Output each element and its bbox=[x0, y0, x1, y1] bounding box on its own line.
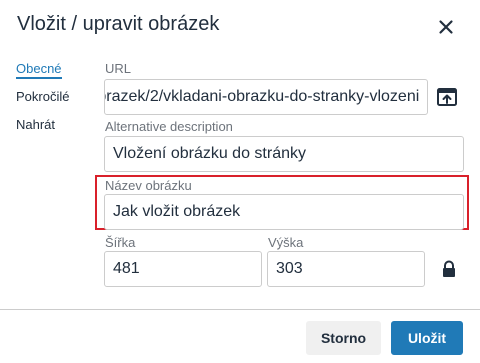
close-button[interactable] bbox=[434, 15, 458, 39]
width-label: Šířka bbox=[105, 235, 136, 250]
alt-label: Alternative description bbox=[105, 119, 233, 134]
name-input[interactable]: Jak vložit obrázek bbox=[104, 194, 464, 230]
cancel-button[interactable]: Storno bbox=[306, 321, 381, 355]
tab-general-label: Obecné bbox=[16, 61, 62, 79]
url-label: URL bbox=[105, 61, 132, 76]
alt-input[interactable]: Vložení obrázku do stránky bbox=[104, 136, 464, 172]
tab-upload[interactable]: Nahrát bbox=[16, 117, 96, 145]
dialog-header: Vložit / upravit obrázek bbox=[0, 0, 480, 52]
image-dialog: Vložit / upravit obrázek Obecné Pokročil… bbox=[0, 0, 480, 362]
width-input[interactable]: 481 bbox=[104, 251, 262, 287]
lock-icon bbox=[443, 260, 455, 277]
url-input[interactable]: /obrazek/2/vkladani-obrazku-do-stranky-v… bbox=[104, 79, 428, 115]
browse-icon bbox=[437, 88, 457, 106]
save-button[interactable]: Uložit bbox=[391, 321, 463, 355]
dialog-title: Vložit / upravit obrázek bbox=[17, 13, 220, 35]
tab-list: Obecné Pokročilé Nahrát bbox=[16, 61, 96, 145]
tab-advanced[interactable]: Pokročilé bbox=[16, 89, 96, 117]
close-icon bbox=[439, 20, 453, 34]
constrain-proportions-toggle[interactable] bbox=[441, 260, 457, 278]
height-input[interactable]: 303 bbox=[267, 251, 425, 287]
name-label: Název obrázku bbox=[105, 178, 192, 193]
tab-general[interactable]: Obecné bbox=[16, 61, 96, 89]
tab-upload-label: Nahrát bbox=[16, 117, 56, 132]
tab-advanced-label: Pokročilé bbox=[16, 89, 70, 104]
dialog-footer: Storno Uložit bbox=[0, 309, 480, 363]
browse-button[interactable] bbox=[436, 86, 458, 108]
height-label: Výška bbox=[268, 235, 304, 250]
